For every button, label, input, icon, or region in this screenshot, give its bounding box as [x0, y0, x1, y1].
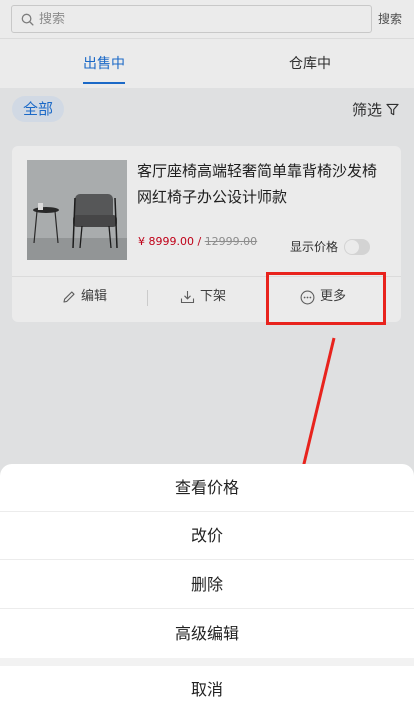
- cancel-button[interactable]: 取消: [0, 666, 414, 713]
- sheet-separator: [0, 658, 414, 666]
- delete-option[interactable]: 删除: [0, 561, 414, 609]
- view-price-option[interactable]: 查看价格: [0, 464, 414, 512]
- advanced-edit-option[interactable]: 高级编辑: [0, 610, 414, 658]
- change-price-option[interactable]: 改价: [0, 512, 414, 560]
- action-sheet: 查看价格 改价 删除 高级编辑 取消: [0, 464, 414, 713]
